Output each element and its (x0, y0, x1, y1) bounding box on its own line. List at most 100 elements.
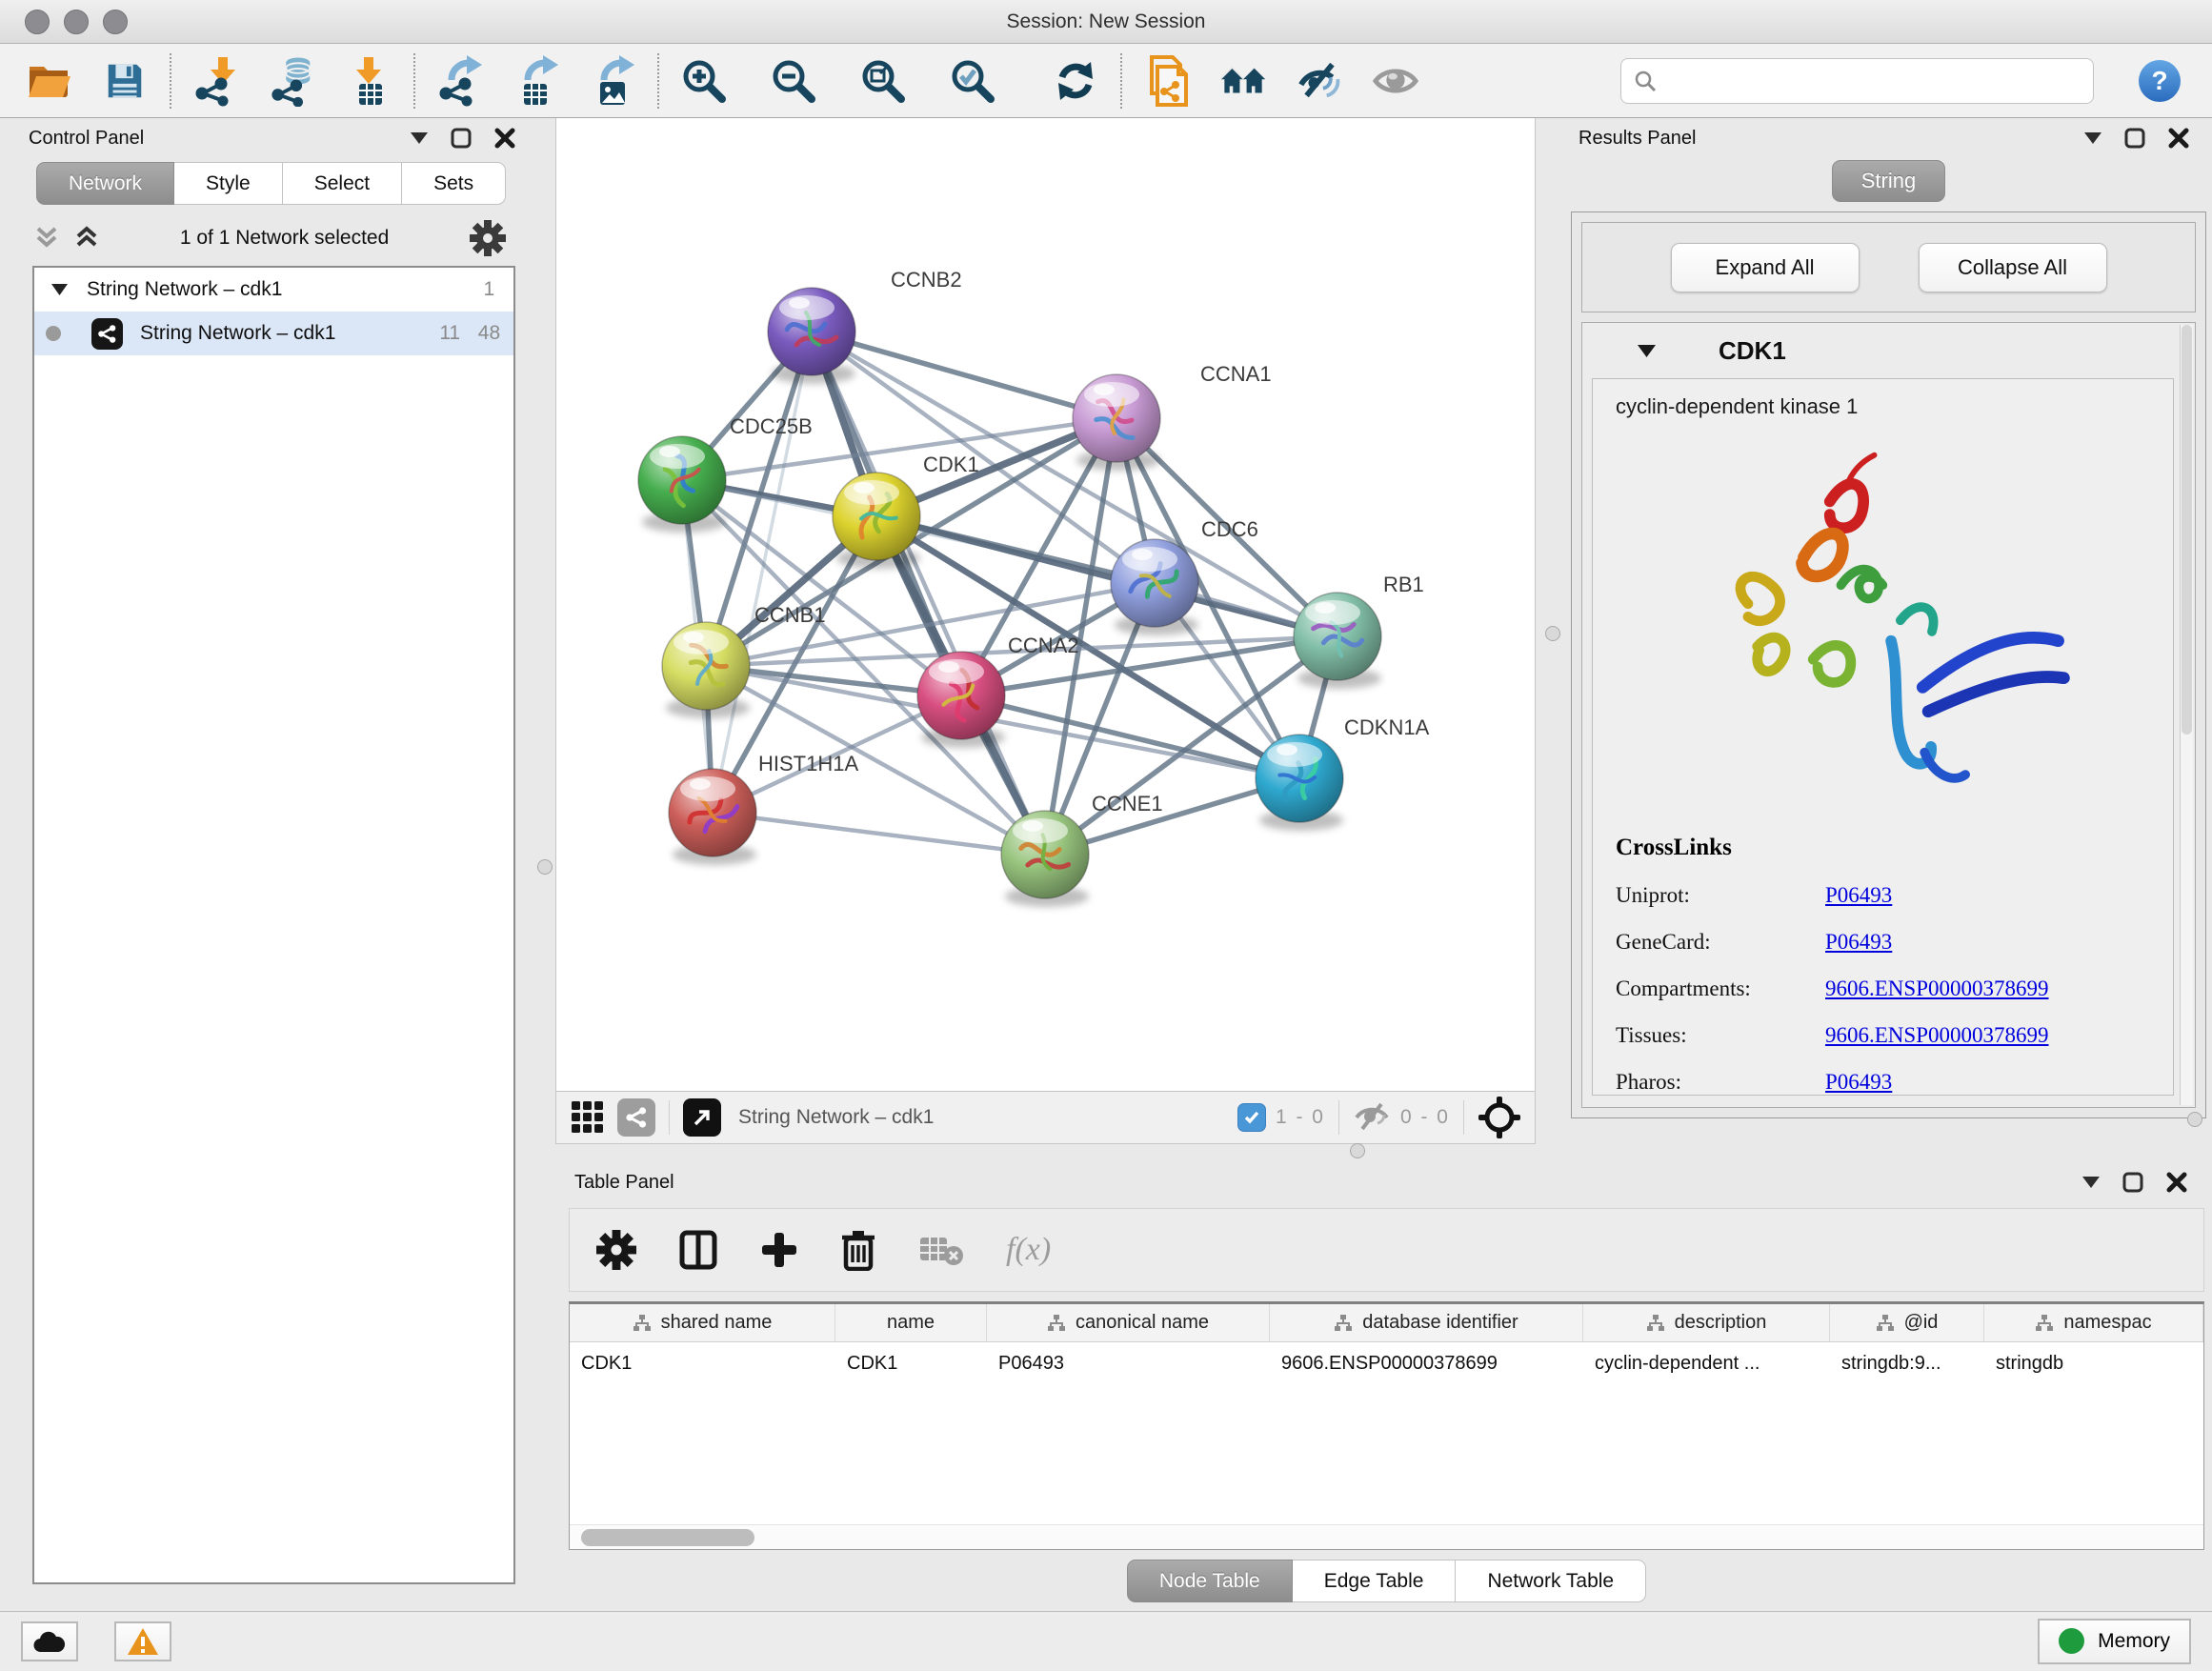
left-splitter[interactable] (533, 118, 555, 1611)
crosslink-link[interactable]: 9606.ENSP00000378699 (1825, 1023, 2049, 1048)
table-cell[interactable]: P06493 (987, 1342, 1270, 1385)
network-node-CDC6[interactable] (1111, 539, 1198, 635)
crosslink-link[interactable]: P06493 (1825, 1070, 1892, 1095)
apply-layout-refresh-icon[interactable] (1052, 54, 1099, 108)
panel-menu-icon[interactable] (2084, 132, 2101, 144)
collapse-all-networks-icon[interactable] (34, 226, 59, 251)
column-header-database-identifier[interactable]: database identifier (1270, 1304, 1583, 1341)
memory-button[interactable]: Memory (2038, 1619, 2191, 1664)
save-icon[interactable] (101, 54, 149, 108)
panel-resize-handle[interactable] (2187, 1112, 2202, 1127)
network-node-CCNA1[interactable] (1073, 374, 1160, 471)
network-node-CCNB1[interactable] (662, 622, 750, 718)
expand-all-networks-icon[interactable] (74, 226, 99, 251)
column-header-namespac[interactable]: namespac (1984, 1304, 2203, 1341)
tab-edge-table[interactable]: Edge Table (1293, 1560, 1457, 1602)
splitter-handle[interactable] (1545, 626, 1560, 641)
scrollbar-thumb[interactable] (2182, 325, 2192, 735)
delete-column-icon[interactable] (840, 1229, 876, 1271)
close-panel-icon[interactable] (2166, 1172, 2187, 1193)
selected-checkbox[interactable] (1237, 1103, 1266, 1132)
home-icon[interactable] (1219, 54, 1267, 108)
panel-menu-icon[interactable] (2082, 1177, 2100, 1188)
crosslink-link[interactable]: 9606.ENSP00000378699 (1825, 976, 2049, 1001)
network-row[interactable]: String Network – cdk1 11 48 (34, 312, 513, 355)
network-node-CCNE1[interactable] (1001, 811, 1089, 907)
expand-all-button[interactable]: Expand All (1671, 243, 1860, 292)
zoom-in-icon[interactable] (680, 54, 728, 108)
network-node-CDKN1A[interactable] (1256, 735, 1343, 831)
table-horizontal-scrollbar[interactable] (570, 1524, 2203, 1549)
splitter-handle[interactable] (1350, 1143, 1365, 1158)
global-search-field[interactable] (1620, 58, 2094, 104)
import-table-icon[interactable] (345, 54, 392, 108)
float-panel-icon[interactable] (2122, 1172, 2143, 1193)
network-node-CCNA2[interactable] (917, 652, 1005, 748)
network-edge-CCNB2-CCNA1[interactable] (812, 332, 1116, 418)
table-row[interactable]: CDK1CDK1P064939606.ENSP00000378699cyclin… (570, 1342, 2203, 1385)
share-badge-icon[interactable] (617, 1098, 655, 1137)
network-node-CCNB2[interactable] (768, 288, 855, 384)
tab-string[interactable]: String (1832, 160, 1945, 202)
table-settings-gear-icon[interactable] (596, 1230, 636, 1270)
table-cell[interactable]: 9606.ENSP00000378699 (1270, 1342, 1583, 1385)
crosslink-link[interactable]: P06493 (1825, 930, 1892, 955)
warning-button[interactable] (114, 1621, 171, 1661)
float-panel-icon[interactable] (451, 128, 472, 149)
export-image-icon[interactable] (589, 54, 636, 108)
new-network-from-selection-icon[interactable] (1143, 54, 1191, 108)
help-button[interactable]: ? (2136, 54, 2183, 108)
export-table-icon[interactable] (513, 54, 560, 108)
network-node-HIST1H1A[interactable] (669, 769, 756, 865)
grid-view-icon[interactable] (570, 1099, 606, 1136)
show-columns-icon[interactable] (678, 1230, 718, 1270)
network-node-CDC25B[interactable] (638, 436, 726, 533)
collapse-all-button[interactable]: Collapse All (1919, 243, 2107, 292)
import-network-icon[interactable] (192, 54, 240, 108)
show-graphics-details-eye-icon[interactable] (1372, 54, 1419, 108)
column-header-description[interactable]: description (1583, 1304, 1830, 1341)
horizontal-splitter[interactable] (555, 1144, 2212, 1158)
splitter-handle[interactable] (537, 859, 553, 875)
zoom-window-button[interactable] (103, 10, 128, 34)
right-splitter[interactable] (1536, 118, 1571, 1144)
close-panel-icon[interactable] (2168, 128, 2189, 149)
network-canvas[interactable]: CCNB2CCNA1CDC25BCDK1CDC6RB1CCNB1CCNA2CDK… (556, 118, 1535, 1090)
table-cell[interactable]: stringdb (1984, 1342, 2203, 1385)
hide-graphics-details-icon[interactable] (1296, 54, 1343, 108)
import-database-icon[interactable] (269, 54, 316, 108)
tab-style[interactable]: Style (174, 162, 283, 205)
table-cell[interactable]: stringdb:9... (1830, 1342, 1984, 1385)
results-scrollbar[interactable] (2180, 325, 2193, 1105)
network-node-CDK1[interactable] (833, 473, 920, 569)
table-cell[interactable]: CDK1 (570, 1342, 835, 1385)
network-node-RB1[interactable] (1294, 593, 1381, 689)
tab-sets[interactable]: Sets (402, 162, 506, 205)
open-external-icon[interactable] (683, 1098, 721, 1137)
close-panel-icon[interactable] (494, 128, 515, 149)
column-header-shared-name[interactable]: shared name (570, 1304, 835, 1341)
close-window-button[interactable] (25, 10, 50, 34)
open-folder-icon[interactable] (25, 54, 72, 108)
column-header-@id[interactable]: @id (1830, 1304, 1984, 1341)
network-collection-row[interactable]: String Network – cdk1 1 (34, 268, 513, 312)
crosslink-link[interactable]: P06493 (1825, 883, 1892, 908)
search-input[interactable] (1658, 69, 2081, 92)
zoom-selected-icon[interactable] (949, 54, 996, 108)
network-edge-HIST1H1A-CCNE1[interactable] (713, 813, 1045, 855)
scrollbar-thumb[interactable] (581, 1529, 754, 1546)
network-edge-CCNB2-CCNE1[interactable] (812, 332, 1045, 855)
float-panel-icon[interactable] (2124, 128, 2145, 149)
export-network-icon[interactable] (436, 54, 484, 108)
network-options-gear-icon[interactable] (470, 220, 506, 256)
minimize-window-button[interactable] (64, 10, 89, 34)
table-cell[interactable]: CDK1 (835, 1342, 987, 1385)
crosshair-icon[interactable] (1478, 1096, 1521, 1139)
cloud-button[interactable] (21, 1621, 78, 1661)
column-header-canonical-name[interactable]: canonical name (987, 1304, 1270, 1341)
zoom-fit-icon[interactable] (859, 54, 907, 108)
tab-network[interactable]: Network (36, 162, 174, 205)
network-edge-CCNB2-HIST1H1A[interactable] (713, 332, 812, 813)
zoom-out-icon[interactable] (770, 54, 817, 108)
panel-menu-icon[interactable] (411, 132, 428, 144)
